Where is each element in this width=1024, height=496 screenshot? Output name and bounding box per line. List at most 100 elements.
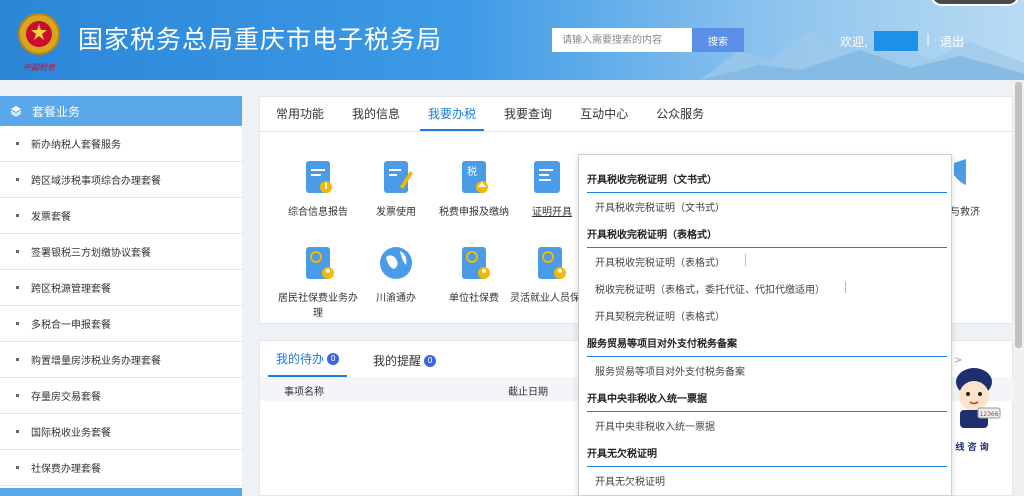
bullet-icon — [16, 394, 19, 397]
sidebar-item[interactable]: 社保费办理套餐 — [0, 450, 242, 486]
globe-icon — [380, 247, 412, 279]
tile-label: 综合信息报告 — [288, 207, 348, 218]
tile-label: 与救济 — [950, 207, 980, 218]
function-tabs: 常用功能 我的信息 我要办税 我要查询 互动中心 公众服务 — [260, 97, 1012, 132]
header-banner: 中国税务 国家税务总局重庆市电子税务局 搜索 欢迎, | 退出 — [0, 0, 1024, 80]
sidebar-item[interactable]: 跨区税源管理套餐 — [0, 270, 242, 306]
tab-tax-handling[interactable]: 我要办税 — [420, 97, 485, 131]
sidebar-item[interactable]: 多税合一申报套餐 — [0, 306, 242, 342]
svg-text:中国税务: 中国税务 — [23, 63, 56, 72]
item-divider — [745, 254, 746, 266]
mascot-text: 线 咨 询 — [955, 441, 988, 453]
sidebar-item[interactable]: 购置增量房涉税业务办理套餐 — [0, 342, 242, 378]
sidebar-item-label: 跨区域涉税事项综合办理套餐 — [31, 176, 161, 187]
sidebar-item-label: 购置增量房涉税业务办理套餐 — [31, 356, 161, 367]
bullet-icon — [16, 322, 19, 325]
todo-count-badge: 0 — [327, 352, 340, 365]
tile-certificate[interactable]: 证明开具 — [518, 157, 578, 218]
tile-unit-social[interactable]: 单位社保费 — [434, 243, 514, 304]
sidebar-footer-bar — [0, 488, 242, 496]
todo-tab-label: 我的待办 — [276, 352, 325, 366]
sidebar-item-label: 签署银税三方划缴协议套餐 — [31, 248, 151, 259]
dropdown-group-title: 开具无欠税证明 — [587, 445, 947, 467]
column-header-deadline: 截止日期 — [508, 387, 548, 398]
top-right-badge — [930, 0, 1020, 6]
social-card-person-icon — [306, 247, 334, 279]
tile-label: 证明开具 — [532, 207, 572, 218]
social-card-person-icon — [462, 247, 490, 279]
tab-my-info[interactable]: 我的信息 — [344, 97, 408, 131]
bullet-icon — [16, 214, 19, 217]
tab-common[interactable]: 常用功能 — [268, 97, 332, 131]
logout-link[interactable]: 退出 — [940, 33, 964, 50]
shield-icon — [954, 159, 966, 185]
tax-emblem-logo: 中国税务 — [18, 13, 60, 72]
tile-relief[interactable]: 与救济 — [950, 157, 990, 218]
sidebar-item-label: 发票套餐 — [31, 212, 71, 223]
sidebar-item[interactable]: 发票套餐 — [0, 198, 242, 234]
tab-public-service[interactable]: 公众服务 — [648, 97, 712, 131]
bullet-icon — [16, 178, 19, 181]
dropdown-item[interactable]: 服务贸易等项目对外支付税务备案 — [595, 363, 745, 378]
dropdown-item[interactable]: 开具中央非税收入统一票据 — [595, 418, 715, 433]
sidebar-item-label: 跨区税源管理套餐 — [31, 284, 111, 295]
dropdown-group-title: 开具税收完税证明（文书式） — [587, 171, 947, 193]
item-divider — [845, 281, 846, 293]
tile-label: 单位社保费 — [449, 293, 499, 304]
tile-label: 居民社保费业务办理 — [278, 293, 358, 319]
bullet-icon — [16, 466, 19, 469]
sidebar-title: 套餐业务 — [32, 104, 81, 119]
sidebar-item[interactable]: 跨区域涉税事项综合办理套餐 — [0, 162, 242, 198]
dropdown-group-title: 开具税收完税证明（表格式） — [587, 226, 947, 248]
sidebar-header[interactable]: 套餐业务 — [0, 96, 242, 126]
bullet-icon — [16, 358, 19, 361]
great-wall-illustration — [700, 30, 1024, 80]
bullet-icon — [16, 286, 19, 289]
dropdown-group-title: 服务贸易等项目对外支付税务备案 — [587, 335, 947, 357]
tile-resident-social[interactable]: 居民社保费业务办理 — [278, 243, 358, 319]
column-header-name: 事项名称 — [284, 387, 324, 398]
search-button[interactable]: 搜索 — [692, 28, 744, 52]
welcome-text: 欢迎, — [840, 35, 868, 49]
sidebar-item[interactable]: 新办纳税人套餐服务 — [0, 126, 242, 162]
certificate-icon — [534, 161, 560, 193]
sidebar-item-label: 存量房交易套餐 — [31, 392, 101, 403]
search-input[interactable] — [552, 28, 692, 52]
tab-my-reminder[interactable]: 我的提醒 0 — [365, 352, 444, 377]
dropdown-item[interactable]: 税收完税证明（表格式，委托代征、代扣代缴适用） — [595, 281, 825, 296]
sidebar-item-label: 国际税收业务套餐 — [31, 428, 111, 439]
bullet-icon — [16, 250, 19, 253]
sidebar-item[interactable]: 签署银税三方划缴协议套餐 — [0, 234, 242, 270]
mascot-number: 12366 — [979, 411, 998, 418]
layers-icon — [10, 106, 22, 117]
dropdown-item[interactable]: 开具契税完税证明（表格式） — [595, 308, 725, 323]
tax-upload-icon: 税 — [462, 161, 488, 193]
dropdown-group-title: 开具中央非税收入统一票据 — [587, 390, 947, 412]
reminder-tab-label: 我的提醒 — [373, 354, 422, 368]
dropdown-item[interactable]: 开具无欠税证明 — [595, 473, 665, 488]
document-edit-icon — [384, 161, 413, 193]
social-card-person-icon — [538, 247, 566, 279]
page-scrollbar-thumb[interactable] — [1015, 82, 1022, 348]
tile-info-report[interactable]: 综合信息报告 — [278, 157, 358, 218]
tile-chuanyu[interactable]: 川渝通办 — [356, 243, 436, 304]
tile-invoice-use[interactable]: 发票使用 — [356, 157, 436, 218]
username-box[interactable] — [874, 31, 918, 51]
reminder-count-badge: 0 — [424, 354, 437, 367]
tab-my-todo[interactable]: 我的待办 0 — [268, 350, 348, 377]
tab-query[interactable]: 我要查询 — [496, 97, 560, 131]
sidebar-item-label: 新办纳税人套餐服务 — [31, 140, 121, 151]
sidebar-item[interactable]: 存量房交易套餐 — [0, 378, 242, 414]
tile-label: 税费申报及缴纳 — [439, 207, 509, 218]
bullet-icon — [16, 430, 19, 433]
tile-label: 发票使用 — [376, 207, 416, 218]
sidebar: 套餐业务 新办纳税人套餐服务 跨区域涉税事项综合办理套餐 发票套餐 签署银税三方… — [0, 96, 242, 496]
tab-interaction[interactable]: 互动中心 — [572, 97, 636, 131]
document-microphone-icon — [306, 161, 332, 193]
dropdown-item[interactable]: 开具税收完税证明（表格式） — [595, 254, 725, 269]
tile-tax-declare[interactable]: 税 税费申报及缴纳 — [434, 157, 514, 218]
tile-glyph: 税 — [467, 165, 477, 178]
sidebar-item[interactable]: 国际税收业务套餐 — [0, 414, 242, 450]
dropdown-item[interactable]: 开具税收完税证明（文书式） — [595, 199, 725, 214]
sidebar-item-label: 多税合一申报套餐 — [31, 320, 111, 331]
